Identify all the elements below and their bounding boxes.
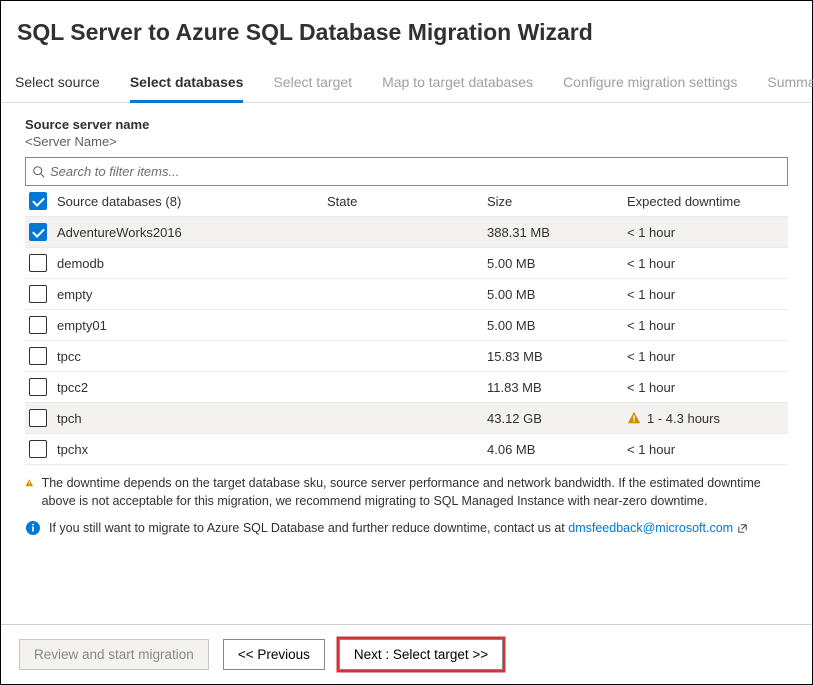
table-row[interactable]: tpchx 4.06 MB< 1 hour bbox=[25, 434, 788, 465]
tab-map-to-target-databases[interactable]: Map to target databases bbox=[382, 74, 533, 102]
next-button[interactable]: Next : Select target >> bbox=[339, 639, 503, 670]
row-size: 11.83 MB bbox=[487, 380, 627, 395]
col-header-state: State bbox=[327, 194, 487, 209]
row-checkbox[interactable] bbox=[29, 378, 47, 396]
select-all-checkbox[interactable] bbox=[29, 192, 47, 210]
tab-select-target[interactable]: Select target bbox=[273, 74, 352, 102]
row-name: tpcc bbox=[57, 349, 327, 364]
table-row[interactable]: tpcc 15.83 MB< 1 hour bbox=[25, 341, 788, 372]
row-name: AdventureWorks2016 bbox=[57, 225, 327, 240]
row-downtime: < 1 hour bbox=[627, 442, 784, 457]
source-server-name: <Server Name> bbox=[25, 134, 788, 149]
row-downtime: < 1 hour bbox=[627, 225, 784, 240]
source-server-label: Source server name bbox=[25, 117, 788, 132]
row-size: 4.06 MB bbox=[487, 442, 627, 457]
table-row[interactable]: empty 5.00 MB< 1 hour bbox=[25, 279, 788, 310]
row-downtime: 1 - 4.3 hours bbox=[627, 411, 784, 426]
row-checkbox[interactable] bbox=[29, 223, 47, 241]
search-box[interactable] bbox=[25, 157, 788, 186]
page-title: SQL Server to Azure SQL Database Migrati… bbox=[1, 1, 812, 54]
feedback-email-link[interactable]: dmsfeedback@microsoft.com bbox=[568, 521, 733, 535]
footer: Review and start migration << Previous N… bbox=[1, 624, 812, 684]
warning-text: The downtime depends on the target datab… bbox=[42, 475, 788, 510]
row-size: 5.00 MB bbox=[487, 287, 627, 302]
warning-icon bbox=[25, 475, 34, 491]
row-downtime: < 1 hour bbox=[627, 318, 784, 333]
info-note: If you still want to migrate to Azure SQ… bbox=[1, 510, 812, 538]
row-checkbox[interactable] bbox=[29, 347, 47, 365]
row-name: empty01 bbox=[57, 318, 327, 333]
row-size: 15.83 MB bbox=[487, 349, 627, 364]
row-checkbox[interactable] bbox=[29, 316, 47, 334]
previous-button[interactable]: << Previous bbox=[223, 639, 325, 670]
table-header: Source databases (8) State Size Expected… bbox=[25, 186, 788, 217]
table-row[interactable]: empty01 5.00 MB< 1 hour bbox=[25, 310, 788, 341]
row-name: empty bbox=[57, 287, 327, 302]
search-icon bbox=[32, 165, 46, 179]
review-button: Review and start migration bbox=[19, 639, 209, 670]
tab-select-databases[interactable]: Select databases bbox=[130, 74, 244, 103]
row-checkbox[interactable] bbox=[29, 409, 47, 427]
row-size: 43.12 GB bbox=[487, 411, 627, 426]
col-header-downtime: Expected downtime bbox=[627, 194, 784, 209]
row-name: tpch bbox=[57, 411, 327, 426]
row-downtime: < 1 hour bbox=[627, 349, 784, 364]
row-downtime: < 1 hour bbox=[627, 287, 784, 302]
row-checkbox[interactable] bbox=[29, 440, 47, 458]
row-size: 5.00 MB bbox=[487, 256, 627, 271]
table-row[interactable]: demodb 5.00 MB< 1 hour bbox=[25, 248, 788, 279]
tab-select-source[interactable]: Select source bbox=[15, 74, 100, 102]
table-row[interactable]: AdventureWorks2016 388.31 MB< 1 hour bbox=[25, 217, 788, 248]
row-downtime: < 1 hour bbox=[627, 380, 784, 395]
row-size: 388.31 MB bbox=[487, 225, 627, 240]
downtime-warning-note: The downtime depends on the target datab… bbox=[1, 465, 812, 510]
row-name: tpchx bbox=[57, 442, 327, 457]
table-row[interactable]: tpch 43.12 GB1 - 4.3 hours bbox=[25, 403, 788, 434]
row-name: demodb bbox=[57, 256, 327, 271]
row-name: tpcc2 bbox=[57, 380, 327, 395]
table-row[interactable]: tpcc2 11.83 MB< 1 hour bbox=[25, 372, 788, 403]
row-size: 5.00 MB bbox=[487, 318, 627, 333]
warning-icon bbox=[627, 411, 641, 425]
row-downtime: < 1 hour bbox=[627, 256, 784, 271]
info-icon bbox=[25, 520, 41, 536]
info-text: If you still want to migrate to Azure SQ… bbox=[49, 520, 748, 538]
col-header-size: Size bbox=[487, 194, 627, 209]
row-checkbox[interactable] bbox=[29, 285, 47, 303]
row-checkbox[interactable] bbox=[29, 254, 47, 272]
col-header-name: Source databases (8) bbox=[57, 194, 327, 209]
search-input[interactable] bbox=[46, 162, 781, 181]
wizard-tabs: Select source Select databases Select targ… bbox=[1, 54, 812, 103]
tab-configure-migration-settings[interactable]: Configure migration settings bbox=[563, 74, 737, 102]
tab-summary[interactable]: Summary bbox=[767, 74, 813, 102]
external-link-icon bbox=[737, 523, 748, 534]
